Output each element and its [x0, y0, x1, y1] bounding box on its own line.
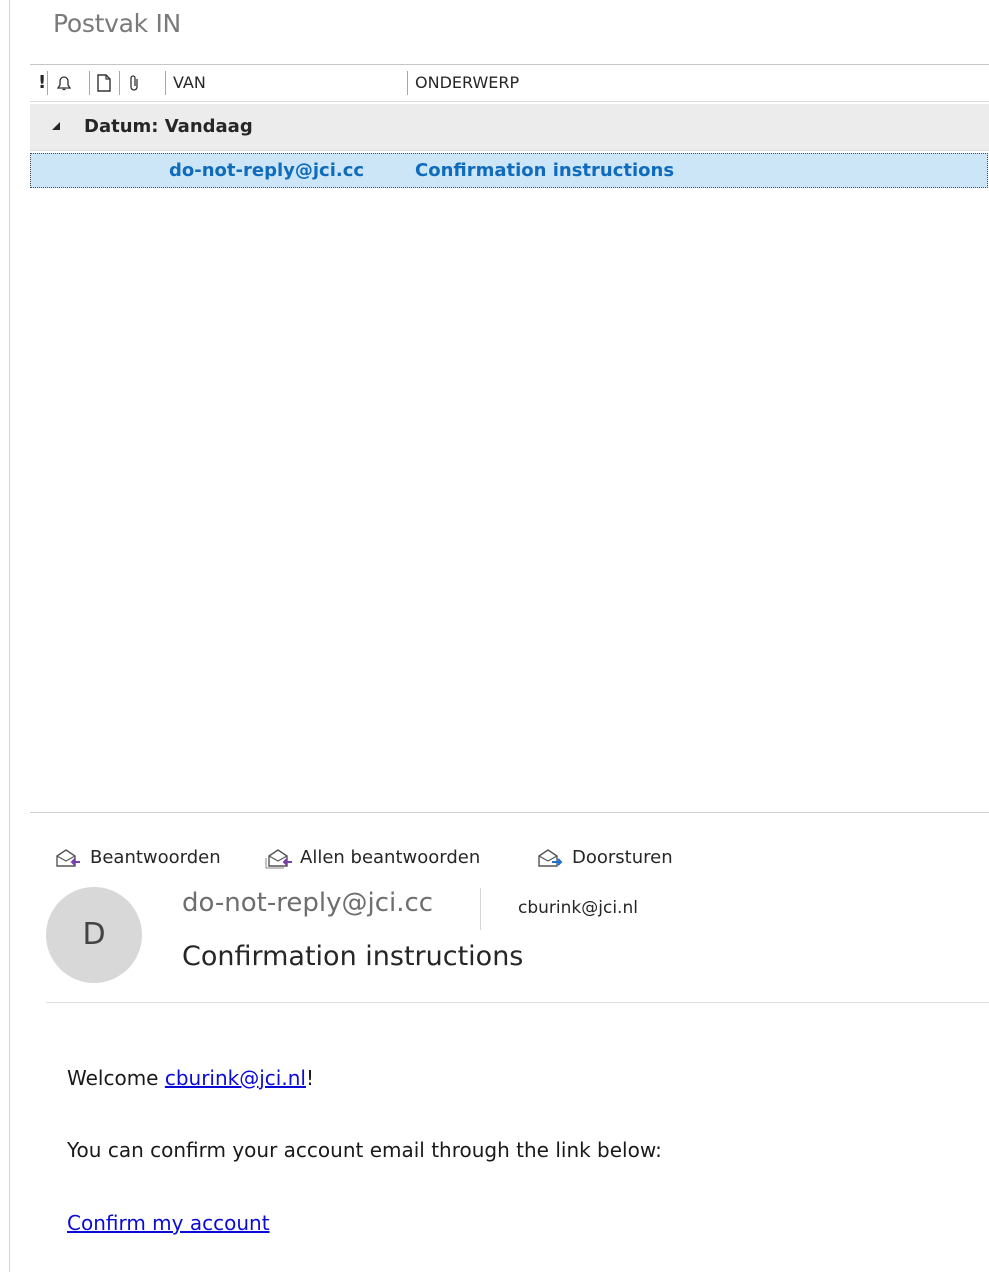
- welcome-suffix: !: [305, 1066, 314, 1090]
- welcome-prefix: Welcome: [67, 1066, 165, 1090]
- reply-all-label: Allen beantwoorden: [300, 847, 481, 868]
- message-title: Confirmation instructions: [182, 941, 524, 972]
- body-instructions: You can confirm your account email throu…: [67, 1138, 662, 1162]
- column-separator[interactable]: [407, 71, 408, 95]
- column-header-row: ! VAN ONDERWERP: [30, 64, 989, 102]
- forward-icon: [538, 849, 563, 867]
- message-from: do-not-reply@jci.cc: [169, 160, 365, 181]
- body-welcome: Welcome cburink@jci.nl!: [67, 1066, 314, 1090]
- header-separator: [480, 888, 481, 930]
- header-divider: [46, 1002, 989, 1003]
- left-pane-edge: [0, 0, 10, 1272]
- column-separator[interactable]: [47, 71, 48, 95]
- confirm-account-link[interactable]: Confirm my account: [67, 1211, 270, 1235]
- document-icon[interactable]: [96, 74, 112, 92]
- column-subject[interactable]: ONDERWERP: [415, 65, 519, 101]
- message-subject: Confirmation instructions: [415, 160, 675, 181]
- welcome-email-link[interactable]: cburink@jci.nl: [165, 1066, 306, 1090]
- column-separator[interactable]: [119, 71, 120, 95]
- column-importance[interactable]: !: [38, 65, 46, 101]
- reading-pane-divider[interactable]: [30, 812, 989, 813]
- bell-icon[interactable]: [54, 74, 74, 92]
- reply-icon: [56, 849, 80, 867]
- message-row-selected[interactable]: do-not-reply@jci.cc Confirmation instruc…: [30, 153, 988, 188]
- column-separator[interactable]: [165, 71, 166, 95]
- folder-title: Postvak IN: [53, 9, 181, 38]
- reply-all-icon: [265, 849, 292, 869]
- paperclip-icon[interactable]: [127, 74, 141, 92]
- group-label: Datum: Vandaag: [84, 116, 253, 137]
- forward-label: Doorsturen: [572, 847, 673, 868]
- group-header-today[interactable]: Datum: Vandaag: [30, 104, 989, 151]
- column-separator[interactable]: [89, 71, 90, 95]
- recipient-address[interactable]: cburink@jci.nl: [518, 898, 638, 918]
- triangle-collapse-icon[interactable]: [50, 120, 62, 132]
- sender-address[interactable]: do-not-reply@jci.cc: [182, 888, 433, 918]
- avatar: D: [46, 887, 142, 983]
- column-from[interactable]: VAN: [173, 65, 206, 101]
- body-confirm: Confirm my account: [67, 1211, 270, 1235]
- reply-label: Beantwoorden: [90, 847, 221, 868]
